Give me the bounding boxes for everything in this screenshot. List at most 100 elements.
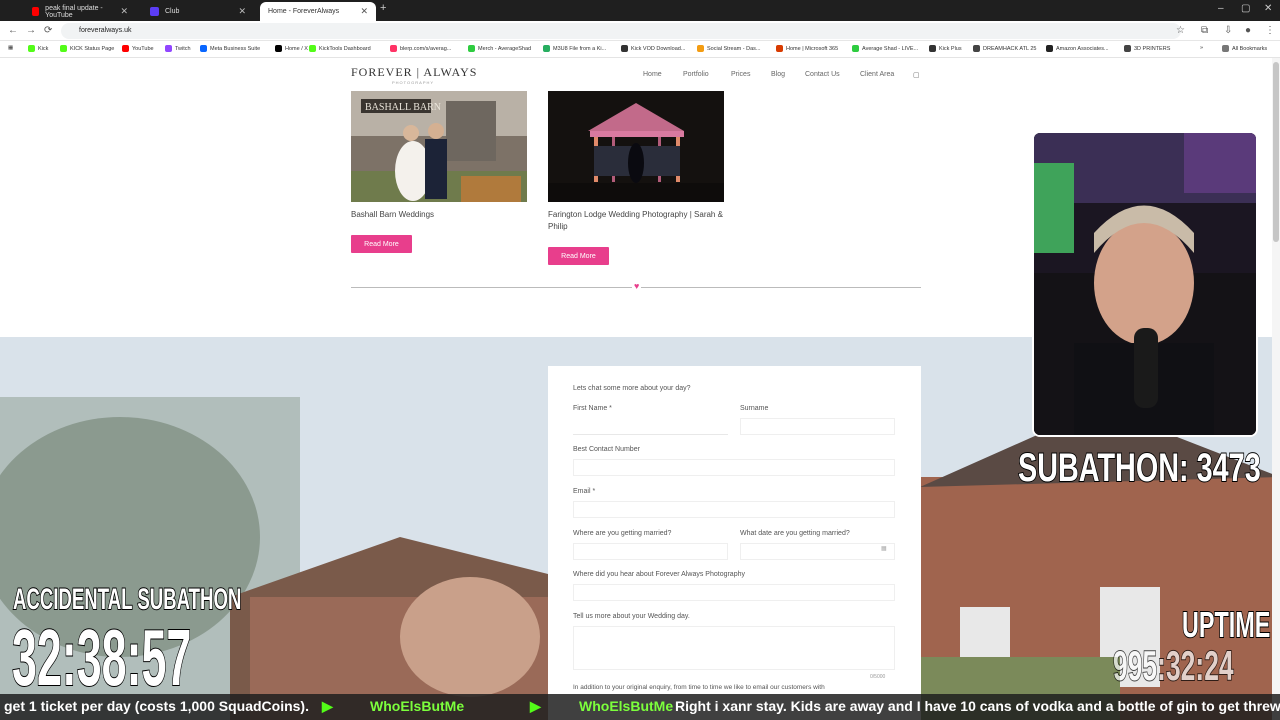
read-more-button[interactable]: Read More bbox=[351, 235, 412, 253]
close-icon[interactable]: ✕ bbox=[238, 6, 246, 17]
bookmark-item[interactable]: Home / X bbox=[275, 45, 308, 52]
search-icon[interactable]: ▢ bbox=[913, 71, 920, 79]
club-icon bbox=[150, 7, 159, 16]
bookmark-icon bbox=[309, 45, 316, 52]
bookmark-item[interactable]: Kick VOD Download... bbox=[621, 45, 685, 52]
bookmark-item[interactable]: KickTools Dashboard bbox=[309, 45, 371, 52]
more-bookmarks-icon[interactable]: » bbox=[1200, 45, 1203, 51]
nav-home[interactable]: Home bbox=[643, 71, 662, 78]
address-bar[interactable]: foreveralways.uk bbox=[61, 23, 1181, 39]
bookmark-item[interactable]: Average Shad - LIVE... bbox=[852, 45, 918, 52]
details-textarea[interactable] bbox=[573, 626, 895, 670]
bookmark-label: blerp.com/s/averag... bbox=[400, 45, 452, 52]
folder-icon bbox=[1222, 45, 1229, 52]
subathon-counter: SUBATHON: 3473 bbox=[1017, 445, 1261, 491]
contact-number-input[interactable] bbox=[573, 459, 895, 476]
chat-ticker: get 1 ticket per day (costs 1,000 SquadC… bbox=[0, 694, 1280, 720]
bookmark-item[interactable]: M3U8 File from a Ki... bbox=[543, 45, 606, 52]
farington-lodge-image[interactable] bbox=[548, 91, 724, 202]
tab-label: peak final update - YouTube bbox=[45, 4, 103, 19]
nav-blog[interactable]: Blog bbox=[771, 71, 785, 78]
bookmark-item[interactable]: blerp.com/s/averag... bbox=[390, 45, 451, 52]
bookmark-icon bbox=[200, 45, 207, 52]
tab-youtube[interactable]: peak final update - YouTube ✕ bbox=[24, 2, 136, 21]
bookmark-item[interactable]: YouTube bbox=[122, 45, 154, 52]
bookmark-item[interactable]: Meta Business Suite bbox=[200, 45, 260, 52]
bookmark-icon bbox=[929, 45, 936, 52]
bookmark-icon bbox=[390, 45, 397, 52]
close-window-icon[interactable]: ✕ bbox=[1264, 3, 1272, 14]
bookmark-icon bbox=[852, 45, 859, 52]
back-icon[interactable]: ← bbox=[8, 25, 18, 36]
tab-forever-always[interactable]: Home - ForeverAlways ✕ bbox=[260, 2, 376, 21]
venue-label: Where are you getting married? bbox=[573, 530, 672, 537]
calendar-icon[interactable]: ▦ bbox=[881, 545, 887, 552]
nav-prices[interactable]: Prices bbox=[731, 71, 750, 78]
ticker-text: get 1 ticket per day (costs 1,000 SquadC… bbox=[4, 698, 309, 714]
surname-input[interactable] bbox=[740, 418, 895, 435]
contact-form: Lets chat some more about your day? Firs… bbox=[548, 366, 921, 720]
bookmark-item[interactable]: Home | Microsoft 365 bbox=[776, 45, 838, 52]
referral-input[interactable] bbox=[573, 584, 895, 601]
nav-client-area[interactable]: Client Area bbox=[860, 71, 894, 78]
nav-portfolio[interactable]: Portfolio bbox=[683, 71, 709, 78]
site-logo[interactable]: FOREVER | ALWAYS bbox=[351, 65, 477, 80]
bookmark-label: Merch - AverageShad bbox=[478, 45, 532, 52]
profile-icon[interactable]: ● bbox=[1245, 25, 1251, 36]
form-intro: Lets chat some more about your day? bbox=[573, 385, 691, 392]
minimize-icon[interactable]: – bbox=[1218, 3, 1224, 14]
bookmark-item[interactable]: Kick bbox=[28, 45, 48, 52]
bookmark-item[interactable]: Amazon Associates... bbox=[1046, 45, 1109, 52]
maximize-icon[interactable]: ▢ bbox=[1241, 3, 1250, 14]
email-label: Email * bbox=[573, 488, 596, 495]
chat-username: WhoElsButMe bbox=[370, 698, 465, 714]
bookmark-label: Kick VOD Download... bbox=[631, 45, 686, 52]
wedding-couple-image: BASHALL BARN bbox=[351, 91, 527, 202]
bookmark-label: M3U8 File from a Ki... bbox=[553, 45, 607, 52]
email-input[interactable] bbox=[573, 501, 895, 518]
reload-icon[interactable]: ⟳ bbox=[44, 25, 52, 36]
bookmark-label: YouTube bbox=[132, 45, 154, 52]
bookmark-item[interactable]: DREAMHACK ATL 25 bbox=[973, 45, 1037, 52]
read-more-button[interactable]: Read More bbox=[548, 247, 609, 265]
bookmark-icon bbox=[275, 45, 282, 52]
bookmark-label: 3D PRINTERS bbox=[1134, 45, 1171, 52]
all-bookmarks-label: All Bookmarks bbox=[1232, 45, 1268, 52]
card-title[interactable]: Bashall Barn Weddings bbox=[351, 209, 527, 221]
new-tab-button[interactable]: + bbox=[380, 2, 386, 14]
venue-input[interactable] bbox=[573, 543, 728, 560]
apps-icon[interactable]: ▦ bbox=[8, 45, 13, 51]
nav-contact-us[interactable]: Contact Us bbox=[805, 71, 840, 78]
extensions-icon[interactable]: ⧉ bbox=[1201, 25, 1208, 36]
downloads-icon[interactable]: ⇩ bbox=[1224, 25, 1232, 36]
all-bookmarks[interactable]: All Bookmarks bbox=[1222, 45, 1267, 52]
scrollbar-thumb[interactable] bbox=[1273, 62, 1279, 242]
heart-icon: ♥ bbox=[632, 281, 642, 291]
bookmark-item[interactable]: Social Stream - Das... bbox=[697, 45, 761, 52]
close-icon[interactable]: ✕ bbox=[360, 6, 368, 17]
bookmark-item[interactable]: Twitch bbox=[165, 45, 191, 52]
url-text: foreveralways.uk bbox=[79, 27, 132, 34]
first-name-input[interactable] bbox=[573, 434, 728, 435]
card-title[interactable]: Farington Lodge Wedding Photography | Sa… bbox=[548, 209, 724, 233]
bookmark-icon bbox=[468, 45, 475, 52]
contact-number-label: Best Contact Number bbox=[573, 446, 640, 453]
bookmark-label: Meta Business Suite bbox=[210, 45, 261, 52]
bookmark-item[interactable]: Merch - AverageShad bbox=[468, 45, 531, 52]
streamer-webcam-image bbox=[1034, 133, 1256, 435]
bookmark-icon bbox=[776, 45, 783, 52]
close-icon[interactable]: ✕ bbox=[120, 6, 128, 17]
menu-icon[interactable]: ⋮ bbox=[1265, 25, 1275, 36]
forward-icon[interactable]: → bbox=[26, 25, 36, 36]
wedding-date-input[interactable] bbox=[740, 543, 895, 560]
tab-club[interactable]: Club ✕ bbox=[142, 2, 254, 21]
bashall-barn-image[interactable]: BASHALL BARN bbox=[351, 91, 527, 202]
star-icon[interactable]: ☆ bbox=[1176, 25, 1185, 36]
bookmark-item[interactable]: Kick Plus bbox=[929, 45, 962, 52]
wedding-date-label: What date are you getting married? bbox=[740, 530, 850, 537]
bookmark-item[interactable]: 3D PRINTERS bbox=[1124, 45, 1170, 52]
night-gazebo-image bbox=[548, 91, 724, 202]
bookmark-item[interactable]: KICK Status Page bbox=[60, 45, 114, 52]
uptime-value: 995:32:24 bbox=[1112, 641, 1234, 690]
bookmark-icon bbox=[28, 45, 35, 52]
